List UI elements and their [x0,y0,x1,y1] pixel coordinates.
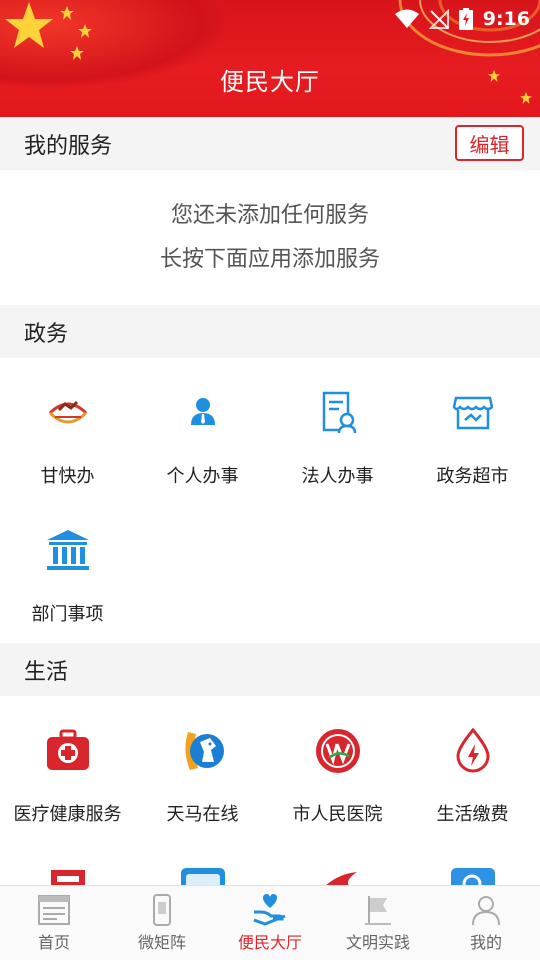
nav-item-home[interactable]: 首页 [0,886,108,960]
service-label: 部门事项 [31,604,104,625]
section-title: 政务 [24,321,69,347]
service-label: 生活缴费 [436,804,509,825]
person-icon [191,398,215,425]
nav-label: 首页 [37,933,70,952]
nav-label: 我的 [469,933,502,952]
nav-item-mine[interactable]: 我的 [432,886,540,960]
nav-label: 文明实践 [345,933,410,952]
legal-person-document-icon [322,391,357,434]
nav-item-micro-matrix[interactable]: 微矩阵 [108,886,216,960]
page-title: 便民大厅 [220,68,320,96]
service-tianma-online[interactable]: 天马在线 [135,728,270,848]
news-icon [38,895,70,925]
hand-heart-icon [253,894,286,926]
nav-label: 微矩阵 [137,933,186,952]
status-bar: 9:16 [394,6,530,32]
service-label: 甘快办 [40,466,95,487]
government-building-icon [47,530,89,570]
service-label: 天马在线 [166,804,239,825]
header-banner: 9:16 便民大厅 [0,0,540,117]
hospital-logo-icon [316,729,360,773]
star-icon [60,6,74,20]
nav-item-civilization-practice[interactable]: 文明实践 [324,886,432,960]
gankuaiban-logo-icon [48,400,88,424]
service-label: 市人民医院 [292,804,383,825]
no-signal-icon [428,9,449,29]
user-icon [472,896,500,926]
empty-message-line: 长按下面应用添加服务 [159,247,380,272]
medical-kit-icon [47,729,89,770]
service-personal-affairs[interactable]: 个人办事 [135,390,270,510]
service-label: 政务超市 [436,466,509,487]
empty-services-message: 您还未添加任何服务 长按下面应用添加服务 [0,170,540,305]
service-government-supermarket[interactable]: 政务超市 [405,390,540,510]
service-legal-person-affairs[interactable]: 法人办事 [270,390,405,510]
government-section-header: 政务 [0,305,540,358]
service-department-matters[interactable]: 部门事项 [0,528,135,648]
service-gankuaiban[interactable]: 甘快办 [0,390,135,510]
service-city-hospital[interactable]: 市人民医院 [270,728,405,848]
bill-payment-icon [456,728,490,773]
wifi-icon [394,9,419,28]
bottom-navigation: 首页 微矩阵 便民大厅 文明实践 我的 [0,885,540,960]
star-icon [78,24,92,38]
status-time: 9:16 [482,8,530,30]
star-icon [5,2,53,48]
flag-icon [365,896,391,925]
nav-item-service-hall[interactable]: 便民大厅 [216,886,324,960]
tianma-horse-icon [185,732,224,770]
screen: 9:16 便民大厅 我的服务 编辑 您还未添加任何服务 长按下面应用添加服务 政… [0,0,540,960]
service-utility-payment[interactable]: 生活缴费 [405,728,540,848]
edit-button[interactable]: 编辑 [455,125,524,161]
life-section-header: 生活 [0,643,540,696]
service-label: 医疗健康服务 [13,804,122,825]
service-label: 法人办事 [301,466,374,487]
section-title: 生活 [24,659,69,685]
service-medical-health[interactable]: 医疗健康服务 [0,728,135,848]
nav-label: 便民大厅 [237,933,302,952]
section-title: 我的服务 [24,133,113,159]
my-services-header: 我的服务 编辑 [0,117,540,170]
store-icon [452,396,494,430]
empty-message-line: 您还未添加任何服务 [170,203,369,228]
star-icon [70,46,84,60]
battery-charging-icon [458,8,473,30]
service-label: 个人办事 [166,466,239,487]
phone-icon [153,894,171,926]
